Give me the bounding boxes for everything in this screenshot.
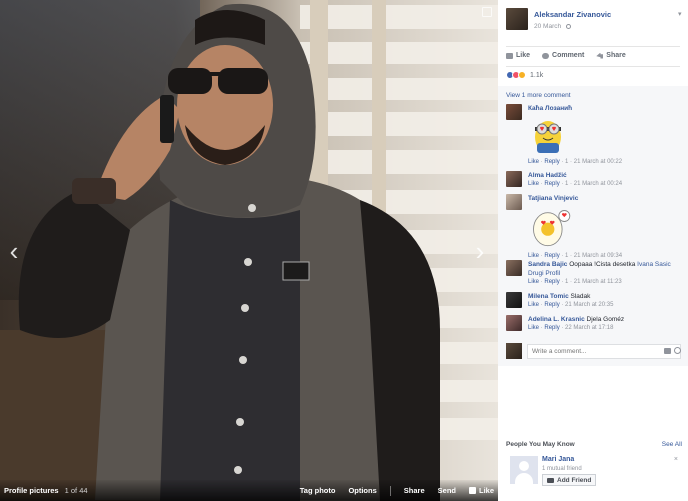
comments-section: View 1 more comment Каћа Лозанић Like · (498, 86, 688, 366)
comment-like-link[interactable]: Like (528, 279, 539, 285)
reaction-count: 1.1k (530, 71, 544, 79)
fullscreen-icon[interactable] (482, 7, 492, 17)
avatar[interactable] (506, 315, 522, 331)
post-share-button[interactable]: Share (596, 52, 626, 59)
thumbs-up-icon (506, 52, 513, 59)
avatar[interactable] (506, 104, 522, 120)
comment-input[interactable] (527, 344, 681, 359)
comment-like-count: 1 (565, 181, 569, 187)
comment-like-count: 1 (565, 279, 569, 285)
comment-author[interactable]: Adelina L. Krasnic (528, 316, 585, 323)
comment-time[interactable]: 21 March at 11:23 (574, 279, 622, 285)
divider (389, 485, 391, 496)
divider (506, 66, 680, 67)
avatar[interactable] (510, 456, 538, 484)
chevron-down-icon[interactable]: ▾ (678, 10, 682, 18)
comment-reply-link[interactable]: Reply (544, 159, 559, 165)
post-comment-button[interactable]: Comment (542, 52, 584, 59)
emoji-icon[interactable] (674, 347, 681, 354)
profile-photo (0, 0, 498, 501)
comment-text-continued: !Cista desetka (594, 261, 636, 268)
comment-like-count: 1 (565, 159, 569, 165)
close-icon[interactable]: × (674, 456, 678, 463)
tagged-person[interactable]: Ivana (637, 261, 653, 268)
comment-text: Djela Goméz (586, 316, 625, 323)
divider (506, 46, 680, 47)
post-header: Aleksandar Zivanovic 20 March (506, 8, 611, 30)
egg-sticker-icon (533, 210, 571, 247)
details-panel: Aleksandar Zivanovic 20 March ▾ Like Com… (498, 0, 688, 501)
share-icon (596, 52, 604, 59)
minion-sticker-icon (535, 121, 561, 153)
comment-icon (542, 52, 550, 59)
mutual-friends[interactable]: 1 mutual friend (542, 466, 582, 472)
photo-position: 1 of 44 (64, 486, 88, 495)
people-you-may-know: People You May Know See All Mari Jana 1 … (506, 441, 682, 486)
comment-time[interactable]: 22 March at 17:18 (565, 325, 613, 331)
thumbs-up-icon (468, 487, 476, 494)
comment-time[interactable]: 21 March at 09:34 (574, 253, 622, 259)
suggestion-name[interactable]: Mari Jana (542, 456, 574, 463)
chevron-right-icon[interactable]: › (472, 238, 488, 264)
comment-like-link[interactable]: Like (528, 253, 539, 259)
comment-author[interactable]: Tatjiana Vinjevic (528, 195, 578, 202)
avatar[interactable] (506, 171, 522, 187)
album-label[interactable]: Profile pictures (4, 486, 59, 495)
comment-like-link[interactable]: Like (528, 302, 539, 308)
comment-author[interactable]: Milena Tomic (528, 293, 569, 300)
comment-author[interactable]: Alma Hadžić (528, 172, 567, 179)
send-button[interactable]: Send (438, 486, 456, 495)
wow-reaction-icon (518, 71, 526, 79)
comment-author[interactable]: Каћа Лозанић (528, 105, 572, 112)
add-friend-icon (547, 477, 554, 483)
comment-author[interactable]: Sandra Bajic (528, 261, 567, 268)
like-button[interactable]: Like (468, 486, 494, 495)
reactions-summary[interactable]: 1.1k (506, 71, 543, 79)
avatar[interactable] (506, 260, 522, 276)
photo-stage: ‹ › Profile pictures 1 of 44 Tag photo O… (0, 0, 498, 501)
like-label: Like (478, 486, 494, 495)
camera-icon[interactable] (664, 348, 671, 354)
comment-time[interactable]: 21 March at 00:22 (574, 159, 622, 165)
pymk-header: People You May Know (506, 441, 575, 448)
globe-icon (565, 23, 571, 29)
comment-text: Oopaaa (569, 261, 593, 268)
share-button[interactable]: Share (404, 486, 425, 495)
comment-like-link[interactable]: Like (528, 325, 539, 331)
post-like-button[interactable]: Like (506, 52, 530, 59)
view-more-comments-link[interactable]: View 1 more comment (506, 92, 571, 99)
write-comment-row (506, 343, 682, 361)
suggestion-card: Mari Jana 1 mutual friend Add Friend × (508, 454, 682, 490)
comment-time[interactable]: 21 March at 00:24 (574, 181, 622, 187)
avatar[interactable] (506, 292, 522, 308)
comment-reply-link[interactable]: Reply (544, 279, 559, 285)
add-friend-button[interactable]: Add Friend (542, 474, 597, 486)
see-all-link[interactable]: See All (662, 441, 682, 448)
author-name[interactable]: Aleksandar Zivanovic (534, 10, 611, 19)
comment-reply-link[interactable]: Reply (544, 181, 559, 187)
comment-text: Sladak (570, 293, 591, 300)
comment-reply-link[interactable]: Reply (544, 253, 559, 259)
avatar[interactable] (506, 194, 522, 210)
post-actions: Like Comment Share (506, 52, 680, 59)
tag-photo-button[interactable]: Tag photo (300, 486, 336, 495)
comment-time[interactable]: 21 March at 20:35 (565, 302, 613, 308)
author-avatar[interactable] (506, 8, 528, 30)
comment-like-count: 1 (565, 253, 569, 259)
comment-like-link[interactable]: Like (528, 159, 539, 165)
my-avatar (506, 343, 522, 359)
chevron-left-icon[interactable]: ‹ (6, 238, 22, 264)
photo-bottom-bar: Profile pictures 1 of 44 Tag photo Optio… (0, 480, 498, 501)
comment-reply-link[interactable]: Reply (544, 302, 559, 308)
options-button[interactable]: Options (348, 486, 376, 495)
comment-reply-link[interactable]: Reply (544, 325, 559, 331)
comment-like-link[interactable]: Like (528, 181, 539, 187)
post-date[interactable]: 20 March (534, 23, 561, 30)
